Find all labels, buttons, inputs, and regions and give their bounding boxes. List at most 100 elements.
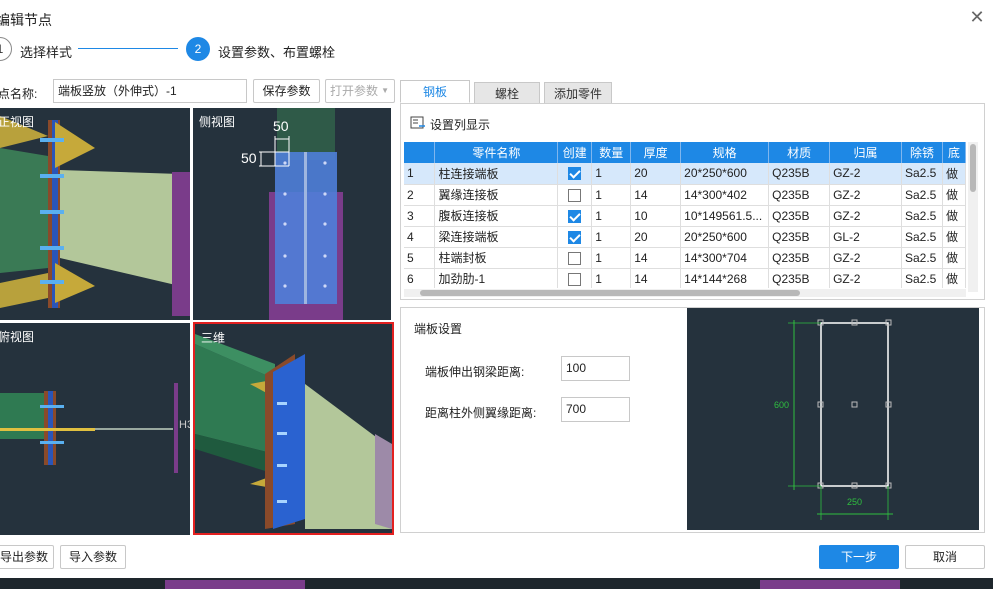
- column-header-spec[interactable]: 规格: [680, 142, 770, 163]
- row-owner[interactable]: GZ-2: [829, 163, 902, 185]
- row-rust[interactable]: Sa2.5: [901, 226, 943, 248]
- row-owner[interactable]: GL-2: [829, 226, 902, 248]
- row-spec[interactable]: 10*149561.5...: [680, 205, 770, 227]
- row-thickness[interactable]: 14: [630, 247, 682, 269]
- vertical-scroll-thumb[interactable]: [970, 144, 976, 192]
- row-qty[interactable]: 1: [591, 205, 632, 227]
- side-view-label: 侧视图: [199, 115, 236, 129]
- column-header-base[interactable]: 底: [942, 142, 966, 163]
- column-header-owner[interactable]: 归属: [829, 142, 902, 163]
- row-create-cell: [557, 163, 593, 185]
- row-owner[interactable]: GZ-2: [829, 184, 902, 206]
- row-owner[interactable]: GZ-2: [829, 205, 902, 227]
- top-view-viewport[interactable]: 俯视图 H3: [0, 323, 190, 535]
- table-row[interactable]: 3 腹板连接板 1 10 10*149561.5... Q235B GZ-2 S…: [404, 205, 966, 227]
- import-params-button[interactable]: 导入参数: [60, 545, 126, 569]
- row-rust[interactable]: Sa2.5: [901, 163, 943, 185]
- close-icon[interactable]: ✕: [968, 8, 986, 26]
- row-base[interactable]: 做: [942, 226, 966, 248]
- create-checkbox[interactable]: [568, 272, 582, 286]
- column-header-create[interactable]: 创建: [557, 142, 593, 163]
- front-view-viewport[interactable]: 正视图: [0, 108, 190, 320]
- table-vertical-scrollbar[interactable]: [968, 142, 978, 292]
- next-step-button[interactable]: 下一步: [819, 545, 899, 569]
- row-qty[interactable]: 1: [591, 184, 632, 206]
- row-spec[interactable]: 20*250*600: [680, 226, 770, 248]
- create-checkbox[interactable]: [568, 209, 582, 223]
- column-settings-button[interactable]: 设置列显示: [410, 116, 550, 132]
- row-rust[interactable]: Sa2.5: [901, 268, 943, 288]
- horizontal-scroll-thumb[interactable]: [420, 290, 800, 296]
- row-thickness[interactable]: 14: [630, 268, 682, 288]
- row-base[interactable]: 做: [942, 268, 966, 288]
- row-material[interactable]: Q235B: [768, 184, 831, 206]
- row-owner[interactable]: GZ-2: [829, 247, 902, 269]
- table-horizontal-scrollbar[interactable]: [404, 289, 966, 297]
- row-qty[interactable]: 1: [591, 268, 632, 288]
- save-params-button[interactable]: 保存参数: [253, 79, 320, 103]
- create-checkbox[interactable]: [568, 188, 582, 202]
- row-base[interactable]: 做: [942, 205, 966, 227]
- row-name[interactable]: 梁连接端板: [434, 226, 559, 248]
- row-owner[interactable]: GZ-2: [829, 268, 902, 288]
- column-header-material[interactable]: 材质: [768, 142, 831, 163]
- endplate-height-dimension: 600: [774, 400, 790, 410]
- export-params-button[interactable]: 导出参数: [0, 545, 54, 569]
- row-base[interactable]: 做: [942, 163, 966, 185]
- table-row[interactable]: 6 加劲肋-1 1 14 14*144*268 Q235B GZ-2 Sa2.5…: [404, 268, 966, 288]
- row-rust[interactable]: Sa2.5: [901, 247, 943, 269]
- row-create-cell: [557, 247, 593, 269]
- row-qty[interactable]: 1: [591, 247, 632, 269]
- row-qty[interactable]: 1: [591, 163, 632, 185]
- row-rust[interactable]: Sa2.5: [901, 184, 943, 206]
- table-row[interactable]: 4 梁连接端板 1 20 20*250*600 Q235B GL-2 Sa2.5…: [404, 226, 966, 248]
- row-base[interactable]: 做: [942, 247, 966, 269]
- row-spec[interactable]: 20*250*600: [680, 163, 770, 185]
- step-connector: [78, 48, 178, 49]
- 3d-view-viewport[interactable]: 三维: [193, 322, 394, 535]
- row-spec[interactable]: 14*300*402: [680, 184, 770, 206]
- row-name[interactable]: 柱端封板: [434, 247, 559, 269]
- row-spec[interactable]: 14*144*268: [680, 268, 770, 288]
- extend-distance-input[interactable]: 100: [561, 356, 630, 381]
- step-2-label: 设置参数、布置螺栓: [218, 45, 336, 60]
- create-checkbox[interactable]: [568, 251, 582, 265]
- row-material[interactable]: Q235B: [768, 268, 831, 288]
- column-header-qty[interactable]: 数量: [591, 142, 632, 163]
- open-params-dropdown[interactable]: 打开参数 ▼: [325, 79, 395, 103]
- table-row[interactable]: 1 柱连接端板 1 20 20*250*600 Q235B GZ-2 Sa2.5…: [404, 163, 966, 185]
- row-create-cell: [557, 184, 593, 206]
- cancel-button[interactable]: 取消: [905, 545, 985, 569]
- row-name[interactable]: 腹板连接板: [434, 205, 559, 227]
- row-qty[interactable]: 1: [591, 226, 632, 248]
- column-header-name[interactable]: 零件名称: [434, 142, 559, 163]
- row-index: 2: [404, 184, 436, 206]
- table-row[interactable]: 5 柱端封板 1 14 14*300*704 Q235B GZ-2 Sa2.5 …: [404, 247, 966, 269]
- row-name[interactable]: 加劲肋-1: [434, 268, 559, 288]
- create-checkbox[interactable]: [568, 167, 582, 181]
- row-spec[interactable]: 14*300*704: [680, 247, 770, 269]
- row-material[interactable]: Q235B: [768, 247, 831, 269]
- row-material[interactable]: Q235B: [768, 226, 831, 248]
- row-thickness[interactable]: 10: [630, 205, 682, 227]
- create-checkbox[interactable]: [568, 230, 582, 244]
- table-row[interactable]: 2 翼缘连接板 1 14 14*300*402 Q235B GZ-2 Sa2.5…: [404, 184, 966, 206]
- node-name-input[interactable]: 端板竖放（外伸式）-1: [53, 79, 247, 103]
- flange-distance-input[interactable]: 700: [561, 397, 630, 422]
- row-material[interactable]: Q235B: [768, 163, 831, 185]
- row-base[interactable]: 做: [942, 184, 966, 206]
- side-view-viewport[interactable]: 侧视图 50 50: [193, 108, 391, 320]
- parts-table-wrapper: 零件名称 创建 数量 厚度 规格 材质 归属 除锈 底 1 柱连接端板 1 20…: [404, 142, 966, 288]
- column-header-rust[interactable]: 除锈: [901, 142, 943, 163]
- tab-bolt[interactable]: 螺栓: [474, 82, 540, 105]
- row-thickness[interactable]: 14: [630, 184, 682, 206]
- tab-steel-plate[interactable]: 钢板: [400, 80, 470, 103]
- row-rust[interactable]: Sa2.5: [901, 205, 943, 227]
- tab-add-part[interactable]: 添加零件: [544, 82, 612, 105]
- row-name[interactable]: 柱连接端板: [434, 163, 559, 185]
- row-thickness[interactable]: 20: [630, 226, 682, 248]
- row-name[interactable]: 翼缘连接板: [434, 184, 559, 206]
- row-material[interactable]: Q235B: [768, 205, 831, 227]
- row-thickness[interactable]: 20: [630, 163, 682, 185]
- column-header-thickness[interactable]: 厚度: [630, 142, 682, 163]
